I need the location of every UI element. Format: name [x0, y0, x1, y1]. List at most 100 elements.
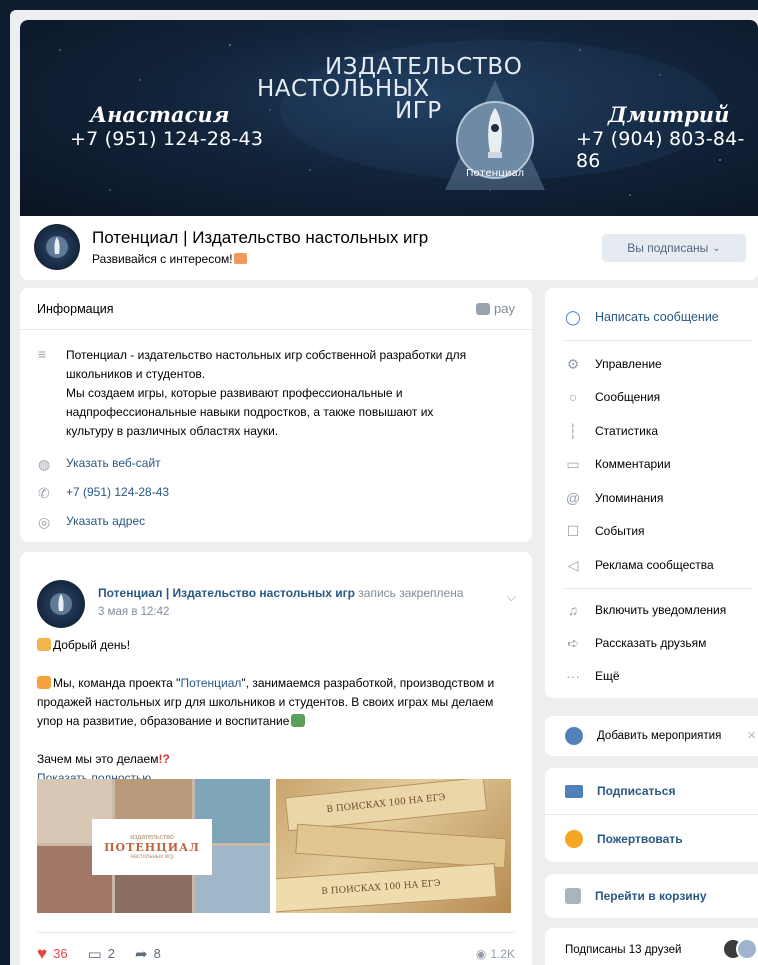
bag-icon	[565, 888, 581, 904]
address-link[interactable]: Указать адрес	[66, 514, 145, 531]
comment-icon: ▭	[87, 945, 102, 963]
envelope-icon	[565, 784, 583, 798]
cover-right-phone: +7 (904) 803-84-86	[576, 128, 745, 172]
project-link[interactable]: Потенциал	[180, 676, 241, 690]
tell-friends-button[interactable]: ➪ Рассказать друзьям	[545, 628, 758, 658]
group-header: Потенциал | Издательство настольных игр …	[20, 216, 758, 280]
group-status: Развивайся с интересом!	[92, 252, 247, 266]
cart-card: Перейти в корзину	[545, 874, 758, 918]
post-author-line: Потенциал | Издательство настольных игр …	[98, 586, 464, 600]
post-text: Добрый день! Мы, команда проекта "Потенц…	[37, 636, 517, 788]
more-button[interactable]: ··· Ещё	[545, 661, 758, 691]
write-message-button[interactable]: ◯ Написать сообщение	[545, 302, 758, 332]
cover-left-name: Анастасия	[90, 102, 230, 127]
add-event-card: Добавить мероприятия ×	[545, 716, 758, 756]
text-lines-icon: ≡	[38, 346, 47, 362]
cover-right-name: Дмитрий	[608, 102, 730, 127]
more-dots-icon: ···	[566, 668, 580, 684]
menu-item-stats[interactable]: ┆ Статистика	[545, 416, 758, 446]
message-icon: ○	[568, 389, 578, 405]
bar-chart-icon: ┆	[568, 422, 578, 439]
cover-title-line1: ИЗДАТЕЛЬСТВО	[325, 54, 523, 80]
menu-item-manage[interactable]: ⚙ Управление	[545, 349, 758, 379]
eye-icon: ◉	[475, 946, 487, 961]
community-menu: ◯ Написать сообщение ⚙ Управление ○ Сообще…	[545, 288, 758, 698]
post-author-link[interactable]: Потенциал | Издательство настольных игр	[98, 586, 355, 600]
comment-square-icon: ▭	[566, 455, 580, 472]
wave-emoji-icon	[37, 638, 51, 651]
menu-item-events[interactable]: ☐ События	[545, 516, 758, 546]
info-description: ≡ Потенциал - издательство настольных иг…	[38, 346, 506, 441]
megaphone-icon: ◁	[567, 556, 579, 573]
phone-icon: ✆	[38, 485, 50, 501]
comment-button[interactable]: ▭ 2	[88, 945, 115, 963]
info-title: Информация	[37, 301, 114, 316]
close-icon[interactable]: ×	[747, 727, 756, 744]
brand-card: издательство ПОТЕНЦИАЛ настольных игр	[92, 819, 212, 875]
post-date[interactable]: 3 мая в 12:42	[98, 606, 169, 618]
views-counter: ◉ 1.2K	[475, 946, 515, 961]
group-avatar[interactable]	[34, 224, 80, 270]
avatar	[736, 938, 758, 960]
add-event-button[interactable]: Добавить мероприятия	[565, 727, 721, 745]
location-pin-icon	[565, 727, 583, 745]
heart-icon: ♥	[37, 943, 48, 963]
share-arrow-icon: ➪	[567, 634, 579, 651]
rocket-logo-icon: Потенциал	[445, 80, 545, 190]
menu-item-mentions[interactable]: @ Упоминания	[545, 483, 758, 513]
exclamation-question-icon: !?	[158, 752, 170, 766]
chevron-down-icon: ⌄	[712, 242, 721, 254]
phone-link[interactable]: +7 (951) 124-28-43	[66, 485, 169, 502]
vk-pay-button[interactable]: pay	[476, 301, 515, 316]
info-address-row: ◎ Указать адрес	[38, 514, 145, 531]
menu-item-comments[interactable]: ▭ Комментарии	[545, 449, 758, 479]
info-card: Информация pay ≡ Потенциал - издательств…	[20, 288, 532, 542]
location-pin-icon: ◎	[38, 514, 51, 530]
menu-item-messages[interactable]: ○ Сообщения	[545, 382, 758, 412]
info-website-row: ◍ Указать веб-сайт	[38, 456, 161, 473]
bell-icon: ♫	[567, 602, 579, 618]
cover-image: Анастасия +7 (951) 124-28-43 ИЗДАТЕЛЬСТВ…	[20, 20, 758, 216]
friends-avatars[interactable]	[722, 938, 758, 960]
gear-icon: ⚙	[566, 355, 580, 372]
subscribe-button[interactable]: Подписаться	[565, 784, 675, 798]
cover-title-line3: ИГР	[395, 98, 442, 124]
donate-button[interactable]: Пожертвовать	[565, 830, 683, 848]
website-link[interactable]: Указать веб-сайт	[66, 456, 161, 473]
like-count: 36	[53, 946, 68, 961]
cover-title-line2: НАСТОЛЬНЫХ	[257, 76, 430, 102]
logo-text: Потенциал	[466, 168, 524, 179]
cover-left-phone: +7 (951) 124-28-43	[70, 128, 264, 150]
share-arrow-icon: ➦	[134, 945, 148, 963]
at-sign-icon: @	[565, 490, 581, 506]
coin-icon	[565, 830, 583, 848]
info-phone-row: ✆ +7 (951) 124-28-43	[38, 485, 169, 502]
go-to-cart-button[interactable]: Перейти в корзину	[565, 888, 707, 904]
rocket-emoji-icon	[233, 253, 247, 264]
friends-card: Подписаны 13 друзей	[545, 928, 758, 965]
post-author-avatar[interactable]	[37, 580, 85, 628]
post-photo-collage[interactable]: издательство ПОТЕНЦИАЛ настольных игр	[37, 779, 270, 913]
subscribed-button[interactable]: Вы подписаны ⌄	[602, 234, 746, 262]
page: Анастасия +7 (951) 124-28-43 ИЗДАТЕЛЬСТВ…	[10, 10, 758, 965]
comment-count: 2	[107, 946, 115, 961]
group-name: Потенциал | Издательство настольных игр	[92, 228, 429, 247]
pinned-post: Потенциал | Издательство настольных игр …	[20, 552, 532, 965]
subscribe-donate-card: Подписаться Пожертвовать	[545, 768, 758, 862]
share-count: 8	[153, 946, 161, 961]
vk-pay-icon	[476, 302, 491, 315]
share-button[interactable]: ➦ 8	[135, 945, 161, 963]
message-bubble-icon: ◯	[565, 308, 581, 325]
sparkle-emoji-icon	[37, 676, 51, 689]
notify-toggle[interactable]: ♫ Включить уведомления	[545, 595, 758, 625]
event-icon: ☐	[566, 522, 580, 539]
post-menu-chevron-icon[interactable]: ⌵	[507, 590, 516, 605]
books-emoji-icon	[291, 714, 306, 727]
friends-subscribed[interactable]: Подписаны 13 друзей	[565, 944, 681, 956]
like-button[interactable]: ♥ 36	[37, 944, 68, 964]
post-actions: ♥ 36 ▭ 2 ➦ 8 ◉ 1.2K	[37, 932, 515, 964]
menu-item-ads[interactable]: ◁ Реклама сообщества	[545, 550, 758, 580]
post-photo-boxes[interactable]: В ПОИСКАХ 100 НА ЕГЭ В ПОИСКАХ 100 НА ЕГ…	[276, 779, 511, 913]
cover-card: Анастасия +7 (951) 124-28-43 ИЗДАТЕЛЬСТВ…	[20, 20, 758, 280]
pinned-label: запись закреплена	[358, 586, 464, 600]
